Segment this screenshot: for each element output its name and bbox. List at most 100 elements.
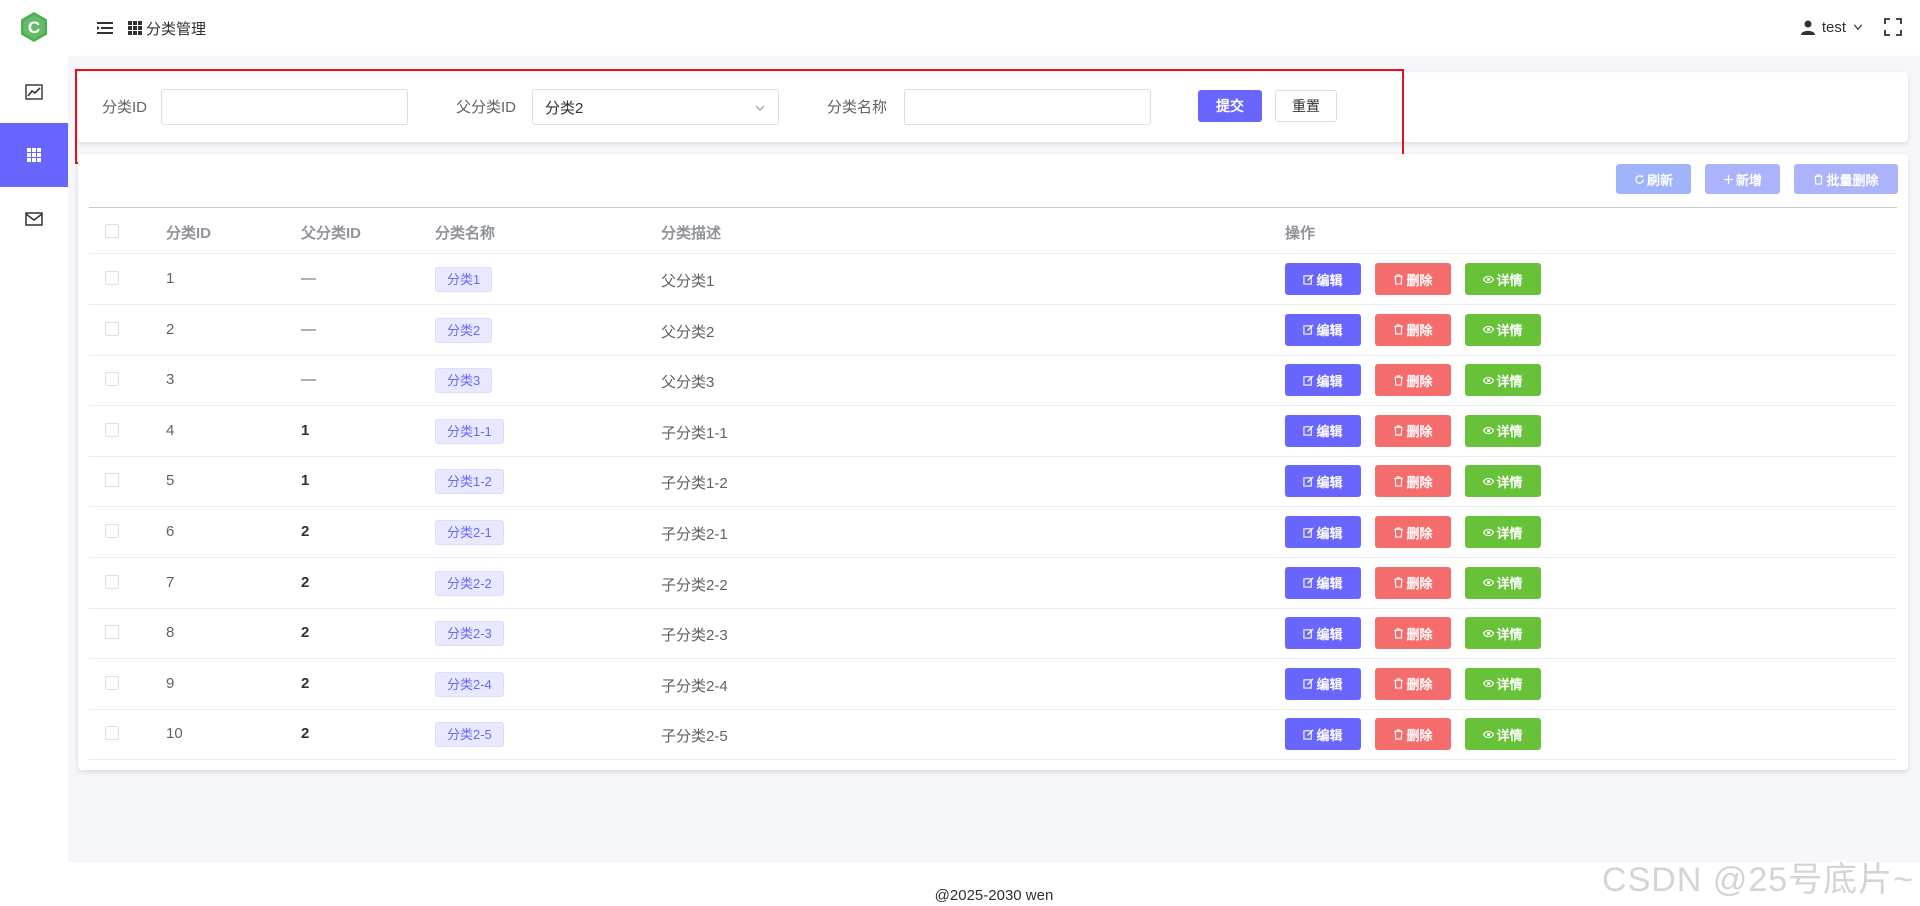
eye-icon (1483, 578, 1495, 587)
detail-label: 详情 (1496, 323, 1523, 339)
parent-id-select[interactable]: 分类2 (532, 89, 779, 125)
detail-label: 详情 (1496, 525, 1523, 541)
submit-button[interactable]: 提交 (1198, 90, 1262, 122)
eye-icon (1483, 427, 1495, 435)
cell-id: 5 (166, 472, 175, 490)
detail-label: 详情 (1496, 626, 1523, 642)
edit-label: 编辑 (1316, 626, 1343, 642)
detail-button[interactable]: 详情 (1465, 263, 1541, 295)
delete-button[interactable]: 删除 (1375, 718, 1451, 751)
delete-button[interactable]: 删除 (1375, 313, 1451, 346)
detail-label: 详情 (1496, 727, 1523, 743)
sidebar-item-category[interactable] (0, 123, 68, 187)
eye-icon (1483, 477, 1495, 486)
watermark: CSDN @25号底片~ (1602, 861, 1914, 899)
breadcrumb: 分类管理 (128, 17, 206, 39)
table-header: 分类ID 父分类ID 分类名称 分类描述 操作 (89, 207, 1897, 254)
cell-description: 父分类1 (661, 273, 715, 290)
cell-parent-id: — (301, 320, 316, 338)
delete-button[interactable]: 删除 (1375, 667, 1451, 700)
eye-icon (1483, 528, 1495, 536)
eye-icon (1483, 680, 1495, 688)
cell-name-tag: 分类3 (435, 368, 493, 394)
row-checkbox[interactable] (105, 321, 119, 336)
sidebar-item-mail[interactable] (0, 187, 68, 251)
chart-line-icon (25, 84, 43, 100)
cell-description: 子分类2-4 (661, 677, 728, 695)
category-name-input[interactable] (904, 89, 1151, 125)
edit-button[interactable]: 编辑 (1285, 667, 1361, 700)
delete-button[interactable]: 删除 (1375, 465, 1451, 498)
table-row: 9 2 分类2-4 子分类2-4 编辑 删除 详情 (89, 659, 1897, 710)
detail-button[interactable]: 详情 (1465, 617, 1541, 650)
cell-id: 9 (166, 674, 175, 692)
row-checkbox[interactable] (105, 422, 119, 437)
delete-button[interactable]: 删除 (1375, 364, 1451, 397)
row-checkbox[interactable] (105, 473, 119, 488)
add-button[interactable]: 新增 (1705, 164, 1780, 194)
edit-button[interactable]: 编辑 (1285, 617, 1361, 650)
plus-icon (1723, 174, 1734, 184)
detail-button[interactable]: 详情 (1465, 414, 1541, 447)
table-row: 2 — 分类2 父分类2 编辑 删除 详情 (89, 305, 1897, 356)
sidebar-item-dashboard[interactable] (0, 60, 68, 124)
trash-icon (1394, 273, 1404, 285)
detail-button[interactable]: 详情 (1465, 566, 1541, 599)
edit-button[interactable]: 编辑 (1285, 263, 1361, 295)
delete-label: 删除 (1406, 626, 1433, 642)
row-checkbox[interactable] (105, 271, 119, 285)
delete-button[interactable]: 删除 (1375, 263, 1451, 295)
edit-button[interactable]: 编辑 (1285, 465, 1361, 498)
edit-button[interactable]: 编辑 (1285, 718, 1361, 751)
edit-button[interactable]: 编辑 (1285, 566, 1361, 599)
select-all-checkbox[interactable] (105, 224, 119, 238)
cell-parent-id: 1 (301, 421, 310, 439)
table-row: 7 2 分类2-2 子分类2-2 编辑 删除 详情 (89, 558, 1897, 609)
detail-button[interactable]: 详情 (1465, 516, 1541, 548)
row-checkbox[interactable] (105, 726, 119, 741)
mail-icon (25, 212, 43, 226)
trash-icon (1394, 324, 1404, 335)
row-checkbox[interactable] (105, 574, 119, 589)
trash-icon (1394, 729, 1404, 740)
table-card: 刷新 新增 批量删除 分类ID 父分类ID 分类名称 分类描述 操作 1 — 分类1… (78, 154, 1908, 770)
menu-fold-icon[interactable] (96, 19, 114, 37)
detail-button[interactable]: 详情 (1465, 465, 1541, 498)
row-checkbox[interactable] (105, 372, 119, 387)
user-menu[interactable]: test (1800, 16, 1864, 38)
cell-description: 子分类2-3 (661, 627, 728, 645)
edit-button[interactable]: 编辑 (1285, 516, 1361, 548)
detail-button[interactable]: 详情 (1465, 313, 1541, 346)
edit-button[interactable]: 编辑 (1285, 313, 1361, 346)
detail-label: 详情 (1496, 474, 1523, 490)
edit-icon (1303, 476, 1315, 487)
row-checkbox[interactable] (105, 675, 119, 690)
category-id-input[interactable] (161, 89, 408, 125)
sidebar: C (0, 0, 68, 906)
delete-button[interactable]: 删除 (1375, 566, 1451, 599)
row-checkbox[interactable] (105, 625, 119, 640)
table-row: 3 — 分类3 父分类3 编辑 删除 详情 (89, 355, 1897, 407)
detail-button[interactable]: 详情 (1465, 364, 1541, 397)
edit-icon (1303, 375, 1315, 386)
detail-button[interactable]: 详情 (1465, 667, 1541, 700)
app-logo[interactable]: C (18, 11, 50, 43)
cell-parent-id: 2 (301, 725, 310, 743)
cell-parent-id: 2 (301, 523, 310, 540)
detail-button[interactable]: 详情 (1465, 718, 1541, 751)
app-logo-letter: C (28, 18, 40, 37)
delete-label: 删除 (1406, 525, 1433, 541)
batch-delete-button[interactable]: 批量删除 (1794, 164, 1898, 194)
column-header-actions: 操作 (1285, 225, 1316, 242)
edit-button[interactable]: 编辑 (1285, 414, 1361, 447)
fullscreen-icon[interactable] (1884, 18, 1902, 36)
refresh-button[interactable]: 刷新 (1616, 164, 1691, 194)
row-checkbox[interactable] (105, 524, 119, 538)
delete-button[interactable]: 删除 (1375, 414, 1451, 447)
cell-description: 子分类1-2 (661, 475, 728, 493)
edit-button[interactable]: 编辑 (1285, 364, 1361, 397)
reset-button[interactable]: 重置 (1275, 90, 1337, 122)
delete-button[interactable]: 删除 (1375, 516, 1451, 548)
parent-id-label: 父分类ID (456, 99, 517, 116)
delete-button[interactable]: 删除 (1375, 617, 1451, 650)
